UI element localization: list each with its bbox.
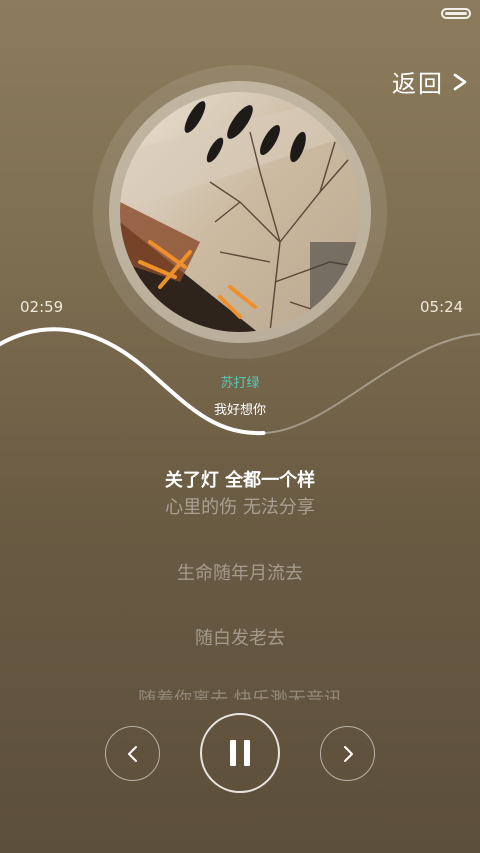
next-button[interactable] [320,726,375,781]
album-art [120,92,360,332]
song-title: 我好想你 [213,403,266,418]
battery-icon [441,8,471,19]
lyric-line: 心里的伤 无法分享 [165,497,315,518]
lyric-line: 随着你离去 快乐渺无音讯 [138,689,342,700]
lyric-line: 随白发老去 [195,628,285,649]
elapsed-time: 02:59 [20,298,64,316]
pause-button[interactable] [200,713,280,793]
chevron-left-icon [127,745,137,762]
total-time: 05:24 [420,298,464,316]
previous-button[interactable] [105,726,160,781]
chevron-right-icon [343,745,353,762]
artist-name: 苏打绿 [220,376,260,391]
back-button[interactable]: 返回 [392,64,470,99]
battery-fill [445,12,467,15]
current-lyric: 关了灯 全都一个样 [164,470,316,491]
lyric-line: 生命随年月流去 [177,563,303,584]
pause-icon [230,740,250,766]
chevron-right-icon [453,73,467,90]
lyrics-panel[interactable]: 关了灯 全都一个样 心里的伤 无法分享 生命随年月流去 随白发老去 随着你离去 … [0,462,480,700]
back-label: 返回 [392,70,444,98]
